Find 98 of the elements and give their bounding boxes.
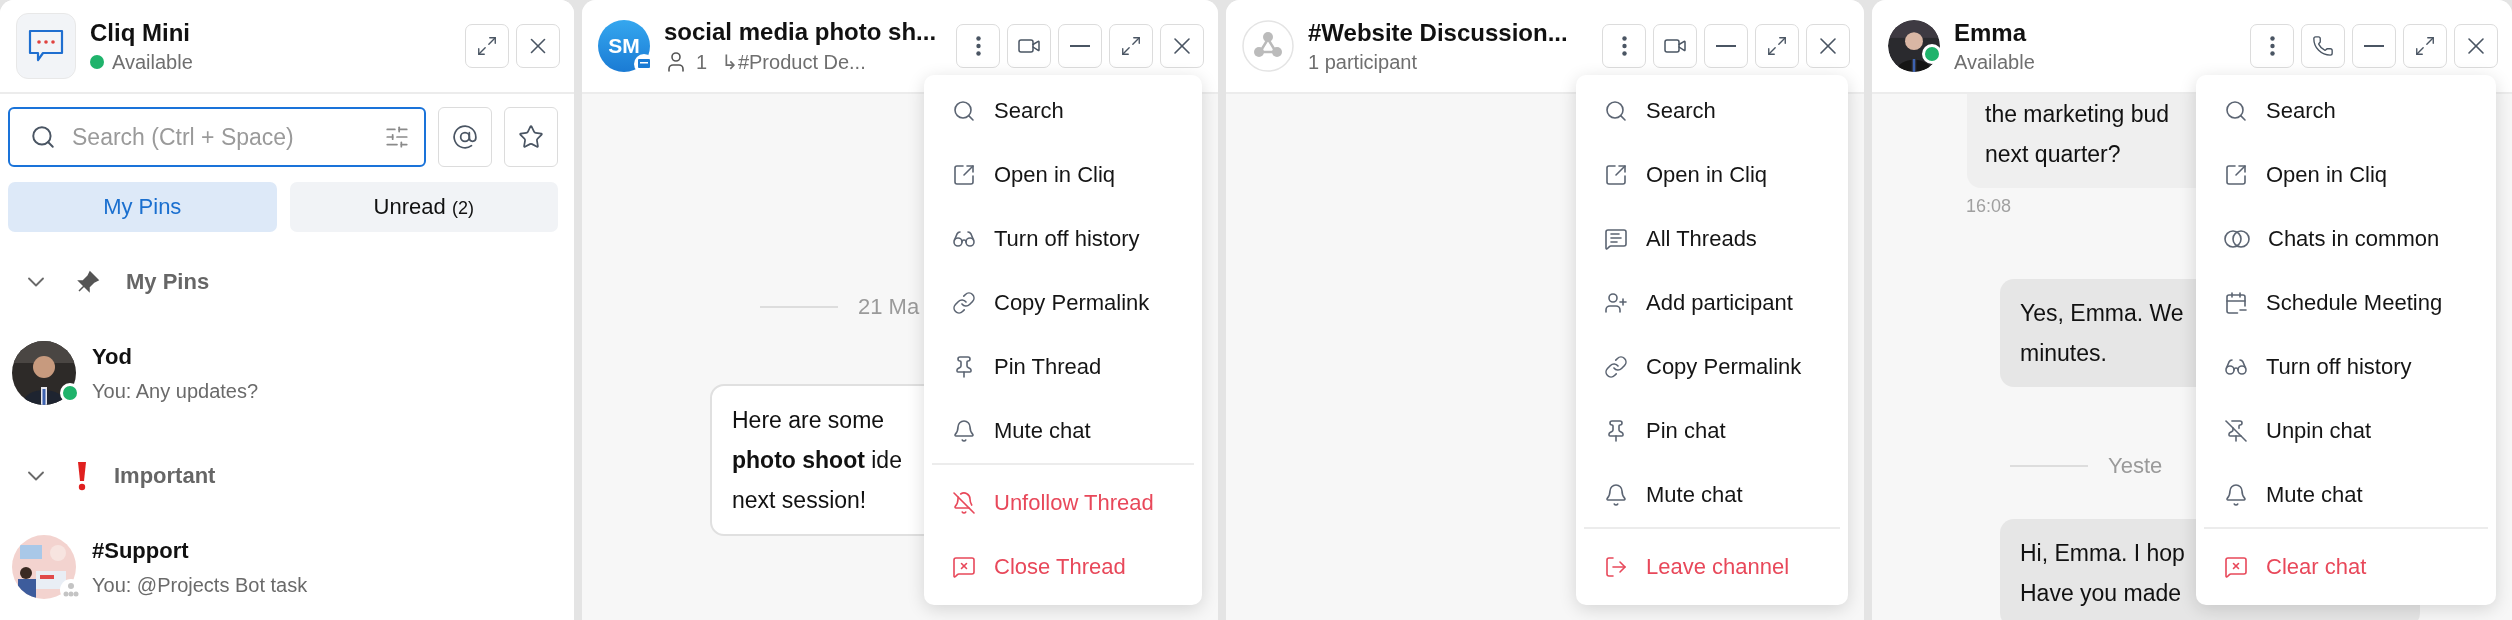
close-button[interactable] — [1160, 24, 1204, 68]
message-x-icon — [2224, 555, 2248, 579]
chat-name: #Support — [92, 537, 190, 564]
message-time: 16:08 — [1966, 196, 2012, 217]
close-button[interactable] — [2454, 24, 2498, 68]
message-preview: You: Any updates? — [92, 379, 259, 403]
minimize-icon — [1716, 45, 1736, 47]
menu-item[interactable]: Search — [932, 79, 1194, 143]
chat-title: social media photo sh... — [664, 18, 938, 46]
menu-item[interactable]: Open in Cliq — [2204, 143, 2488, 207]
expand-button[interactable] — [1755, 24, 1799, 68]
chat-logo-icon — [27, 28, 65, 64]
message-icon — [1604, 227, 1628, 251]
call-button[interactable] — [2301, 24, 2345, 68]
star-icon — [518, 124, 544, 150]
menu-item[interactable]: Turn off history — [932, 207, 1194, 271]
minimize-icon — [1070, 45, 1090, 47]
bell-icon — [2224, 483, 2248, 507]
more-button[interactable] — [1602, 24, 1646, 68]
menu-item[interactable]: Copy Permalink — [1584, 335, 1840, 399]
expand-button[interactable] — [2403, 24, 2447, 68]
menu-item[interactable]: Open in Cliq — [932, 143, 1194, 207]
exit-icon — [1604, 555, 1628, 579]
calendar-icon — [2224, 291, 2248, 315]
menu-item[interactable]: Unpin chat — [2204, 399, 2488, 463]
chat-title: Emma — [1954, 18, 2028, 47]
meeting-button[interactable] — [1007, 24, 1051, 68]
bell-icon — [952, 419, 976, 443]
more-button[interactable] — [2250, 24, 2294, 68]
exclamation-icon — [76, 461, 88, 492]
link-icon — [1604, 355, 1628, 379]
more-icon — [975, 36, 981, 56]
expand-icon — [476, 35, 498, 57]
menu-item[interactable]: Open in Cliq — [1584, 143, 1840, 207]
overlapping-circles-icon — [2224, 227, 2250, 251]
chat-name: Yod — [92, 343, 133, 370]
starred-button[interactable] — [504, 107, 558, 167]
bell-icon — [1604, 483, 1628, 507]
phone-icon — [2312, 35, 2334, 57]
expand-button[interactable] — [1109, 24, 1153, 68]
expand-icon — [2414, 35, 2436, 57]
minimize-button[interactable] — [2352, 24, 2396, 68]
bell-off-icon — [952, 491, 976, 515]
tab[interactable]: Unread (2) — [289, 182, 558, 232]
chat-subtitle: Available — [1954, 50, 2035, 74]
more-icon — [1621, 36, 1627, 56]
close-button[interactable] — [516, 24, 560, 68]
menu-item[interactable]: Mute chat — [1584, 463, 1840, 527]
menu-item[interactable]: All Threads — [1584, 207, 1840, 271]
menu-item[interactable]: Close Thread — [932, 535, 1194, 599]
mentions-button[interactable] — [438, 107, 492, 167]
search-icon — [30, 124, 56, 150]
menu-item[interactable]: Leave channel — [1584, 535, 1840, 599]
search-input[interactable]: Search (Ctrl + Space) — [70, 122, 370, 152]
date-divider: Yeste — [2108, 453, 2163, 479]
more-icon — [2269, 36, 2275, 56]
meeting-button[interactable] — [1653, 24, 1697, 68]
menu-item[interactable]: Pin chat — [1584, 399, 1840, 463]
filter-icon[interactable] — [384, 124, 410, 150]
menu-item[interactable]: Add participant — [1584, 271, 1840, 335]
search-icon — [2224, 99, 2248, 123]
close-button[interactable] — [1806, 24, 1850, 68]
status-text: Available — [112, 50, 193, 74]
member-count: 1 — [696, 50, 708, 74]
pin-icon — [76, 270, 100, 295]
external-link-icon — [2224, 163, 2248, 187]
minimize-button[interactable] — [1058, 24, 1102, 68]
section-title: Important — [114, 463, 216, 490]
search-icon — [1604, 99, 1628, 123]
message-x-icon — [952, 555, 976, 579]
search-bar[interactable]: Search (Ctrl + Space) — [8, 107, 426, 167]
external-link-icon — [952, 163, 976, 187]
minimize-icon — [2364, 45, 2384, 47]
parent-channel: ↳#Product De... — [721, 50, 866, 74]
tab[interactable]: My Pins — [8, 182, 277, 232]
expand-button[interactable] — [465, 24, 509, 68]
app-title: Cliq Mini — [90, 18, 191, 47]
minimize-button[interactable] — [1704, 24, 1748, 68]
avatar: SM — [598, 20, 650, 72]
menu-item[interactable]: Chats in common — [2204, 207, 2488, 271]
channel-avatar-icon — [1242, 20, 1294, 72]
chat-subtitle: 1 participant — [1308, 50, 1417, 74]
more-button[interactable] — [956, 24, 1000, 68]
link-icon — [952, 291, 976, 315]
expand-icon — [1766, 35, 1788, 57]
search-icon — [952, 99, 976, 123]
menu-item[interactable]: Copy Permalink — [932, 271, 1194, 335]
pin-off-icon — [2224, 419, 2248, 443]
message-preview: You: @Projects Bot task — [92, 573, 308, 597]
menu-item[interactable]: Search — [1584, 79, 1840, 143]
expand-icon — [1120, 35, 1142, 57]
menu-item[interactable]: Search — [2204, 79, 2488, 143]
add-user-icon — [1604, 291, 1628, 315]
external-link-icon — [1604, 163, 1628, 187]
chat-title: #Website Discussion... — [1308, 18, 1569, 47]
section-title: My Pins — [126, 269, 210, 296]
at-sign-icon — [452, 124, 478, 150]
date-divider: 21 Ma — [858, 294, 920, 320]
